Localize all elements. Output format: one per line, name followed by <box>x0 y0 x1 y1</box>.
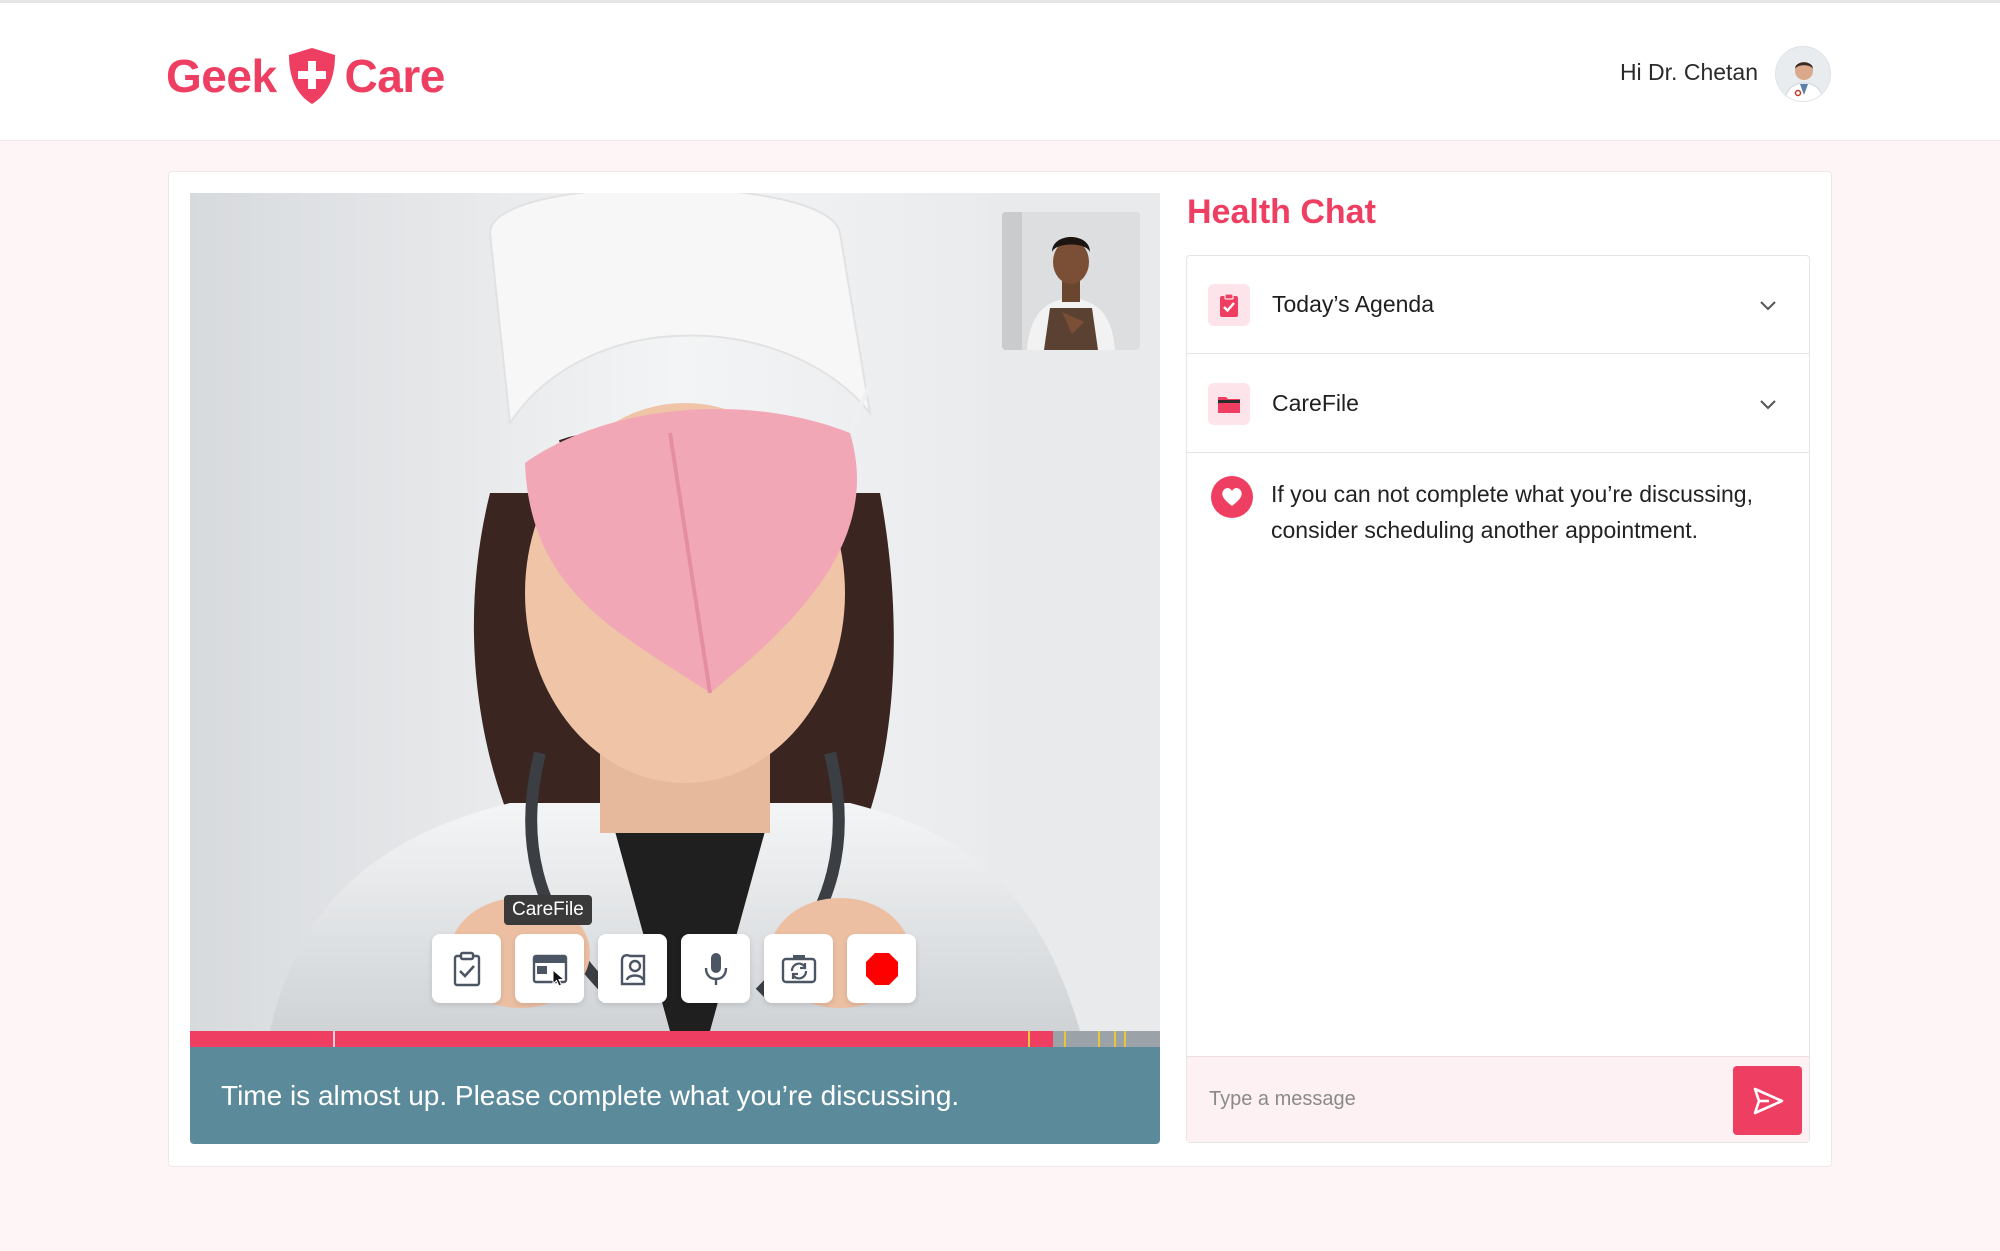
health-chat-title: Health Chat <box>1187 193 1376 231</box>
accordion-carefile[interactable]: CareFile <box>1187 355 1809 453</box>
switch-camera-button[interactable] <box>764 934 833 1003</box>
call-controls <box>432 934 916 1003</box>
time-warning-banner: Time is almost up. Please complete what … <box>190 1047 1160 1144</box>
carefile-tooltip: CareFile <box>504 895 592 925</box>
end-call-button[interactable] <box>847 934 916 1003</box>
time-progress-bar <box>190 1031 1160 1047</box>
chevron-down-icon <box>1760 300 1776 310</box>
logo-text-right: Care <box>344 50 446 102</box>
document-person-icon <box>620 953 645 985</box>
message-composer <box>1187 1056 1809 1142</box>
send-button[interactable] <box>1733 1066 1802 1135</box>
carefile-button[interactable] <box>515 934 584 1003</box>
heart-chat-icon <box>1211 476 1253 518</box>
shield-plus-icon <box>288 48 335 104</box>
appointment-notice: If you can not complete what you’re disc… <box>1211 476 1801 548</box>
agenda-button[interactable] <box>432 934 501 1003</box>
microphone-icon <box>704 952 727 985</box>
camera-switch-icon <box>781 954 816 983</box>
geekcare-logo[interactable]: Geek Care <box>166 45 445 107</box>
time-progress-fill <box>190 1031 1054 1047</box>
top-bar: Geek Care Hi Dr. Chetan <box>0 0 2000 141</box>
microphone-button[interactable] <box>681 934 750 1003</box>
carefile-window-icon <box>532 954 567 987</box>
screenshare-button[interactable] <box>598 934 667 1003</box>
health-chat-panel: Today’s Agenda CareFile If you can not c… <box>1186 255 1810 1143</box>
progress-tick <box>1124 1031 1126 1047</box>
clipboard-check-icon <box>453 951 480 986</box>
progress-tick <box>333 1031 335 1047</box>
accordion-label: Today’s Agenda <box>1272 291 1434 317</box>
send-icon <box>1753 1087 1783 1114</box>
progress-tick <box>1098 1031 1100 1047</box>
accordion-label: CareFile <box>1272 390 1359 416</box>
notice-text: If you can not complete what you’re disc… <box>1271 481 1753 543</box>
progress-tick <box>1064 1031 1066 1047</box>
clipboard-check-icon <box>1208 283 1250 326</box>
folder-icon <box>1208 382 1250 425</box>
accordion-todays-agenda[interactable]: Today’s Agenda <box>1187 256 1809 354</box>
chevron-down-icon <box>1760 399 1776 409</box>
doctor-avatar[interactable] <box>1775 46 1831 102</box>
patient-video-image <box>1002 212 1140 350</box>
avatar-image <box>1776 47 1830 101</box>
message-input[interactable] <box>1209 1088 1709 1111</box>
progress-tick <box>1114 1031 1116 1047</box>
self-view-video[interactable] <box>1002 212 1140 350</box>
user-greeting: Hi Dr. Chetan <box>1619 59 1758 85</box>
logo-text-left: Geek <box>166 50 277 102</box>
progress-tick <box>1028 1031 1030 1047</box>
record-stop-icon <box>865 952 898 985</box>
